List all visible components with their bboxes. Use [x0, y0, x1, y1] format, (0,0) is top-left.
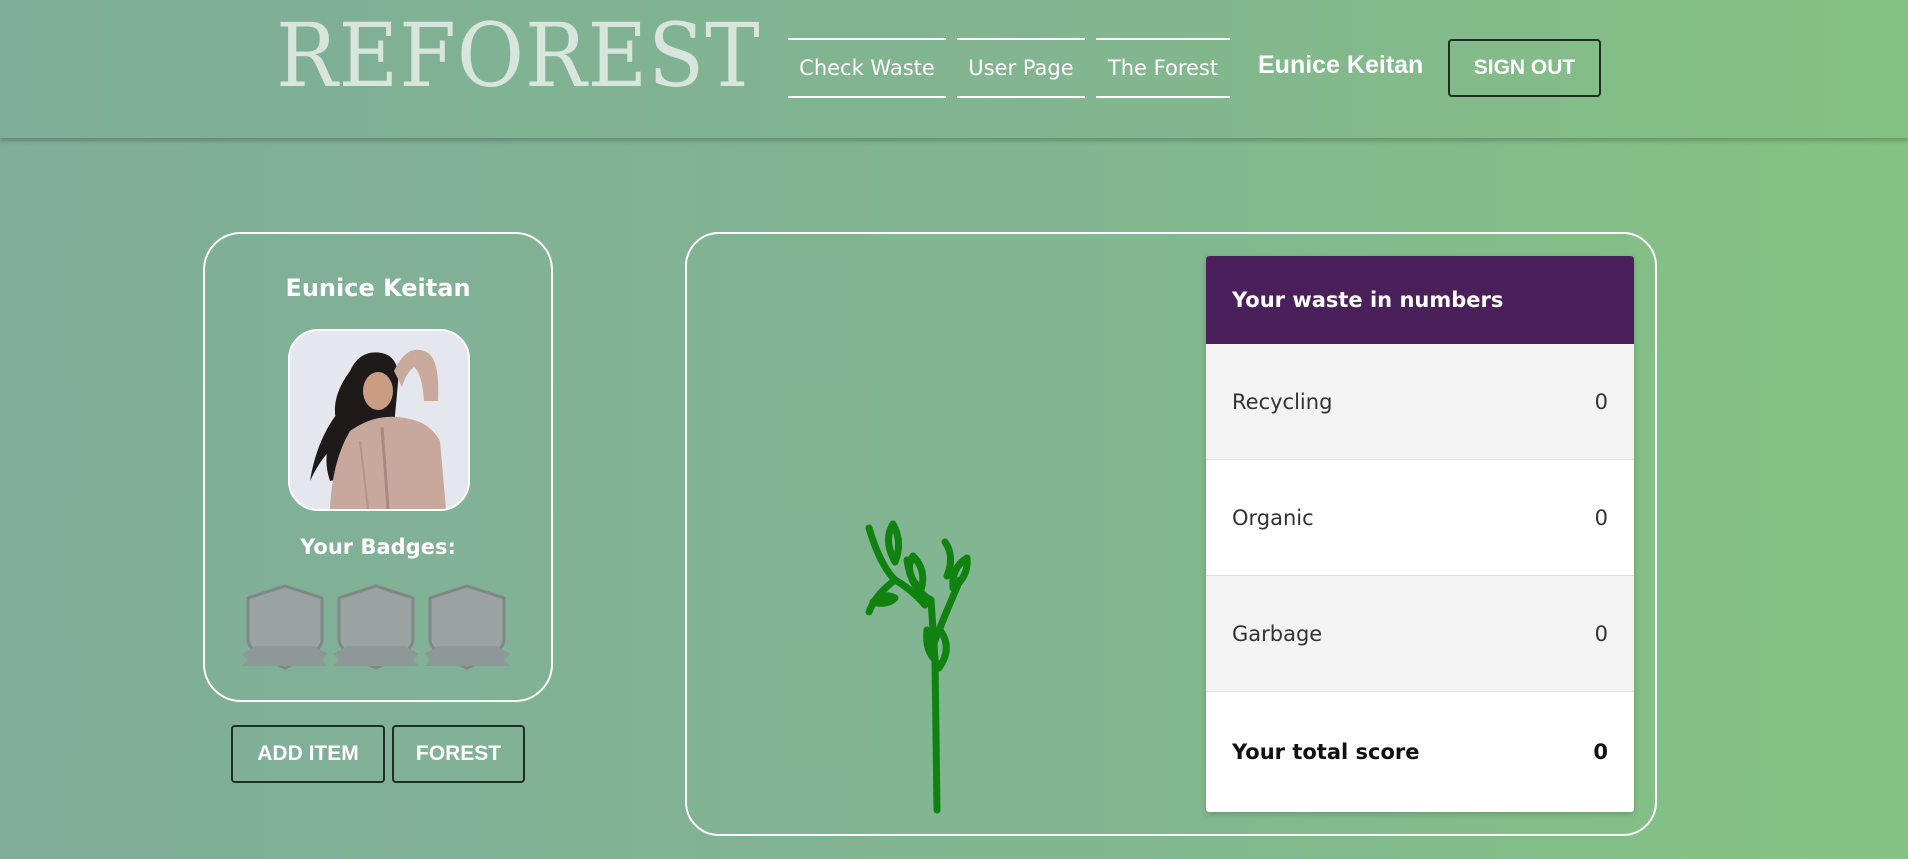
- total-score-label: Your total score: [1232, 739, 1420, 764]
- sign-out-button[interactable]: SIGN OUT: [1448, 39, 1601, 97]
- row-value: 0: [1594, 621, 1608, 646]
- plant-icon: [865, 520, 971, 814]
- row-label: Recycling: [1232, 389, 1333, 414]
- profile-card: Eunice Keitan Your Badges:: [203, 232, 553, 702]
- row-value: 0: [1594, 389, 1608, 414]
- row-label: Garbage: [1232, 621, 1323, 646]
- profile-name: Eunice Keitan: [285, 274, 471, 302]
- nav-user-page[interactable]: User Page: [957, 38, 1085, 98]
- nav-user-name: Eunice Keitan: [1258, 51, 1424, 79]
- badge-icon: [424, 584, 510, 670]
- nav-the-forest[interactable]: The Forest: [1096, 38, 1230, 98]
- row-value: 0: [1594, 505, 1608, 530]
- badge-icon: [242, 584, 328, 670]
- site-logo[interactable]: REFOREST: [276, 12, 761, 100]
- waste-stats-table: Your waste in numbers Recycling 0 Organi…: [1206, 256, 1634, 812]
- forest-button[interactable]: FOREST: [392, 725, 525, 783]
- badge-icon: [333, 584, 419, 670]
- total-score-value: 0: [1593, 739, 1608, 764]
- table-title: Your waste in numbers: [1206, 256, 1634, 344]
- table-row: Organic 0: [1206, 460, 1634, 576]
- total-score-row: Your total score 0: [1206, 692, 1634, 811]
- row-label: Organic: [1232, 505, 1314, 530]
- table-row: Garbage 0: [1206, 576, 1634, 692]
- avatar-photo: [290, 331, 468, 509]
- badges-label: Your Badges:: [300, 535, 456, 559]
- nav-check-waste[interactable]: Check Waste: [788, 38, 946, 98]
- table-row: Recycling 0: [1206, 344, 1634, 460]
- add-item-button[interactable]: ADD ITEM: [231, 725, 385, 783]
- avatar: [288, 329, 470, 511]
- top-navbar: REFOREST Check Waste User Page The Fores…: [0, 0, 1908, 138]
